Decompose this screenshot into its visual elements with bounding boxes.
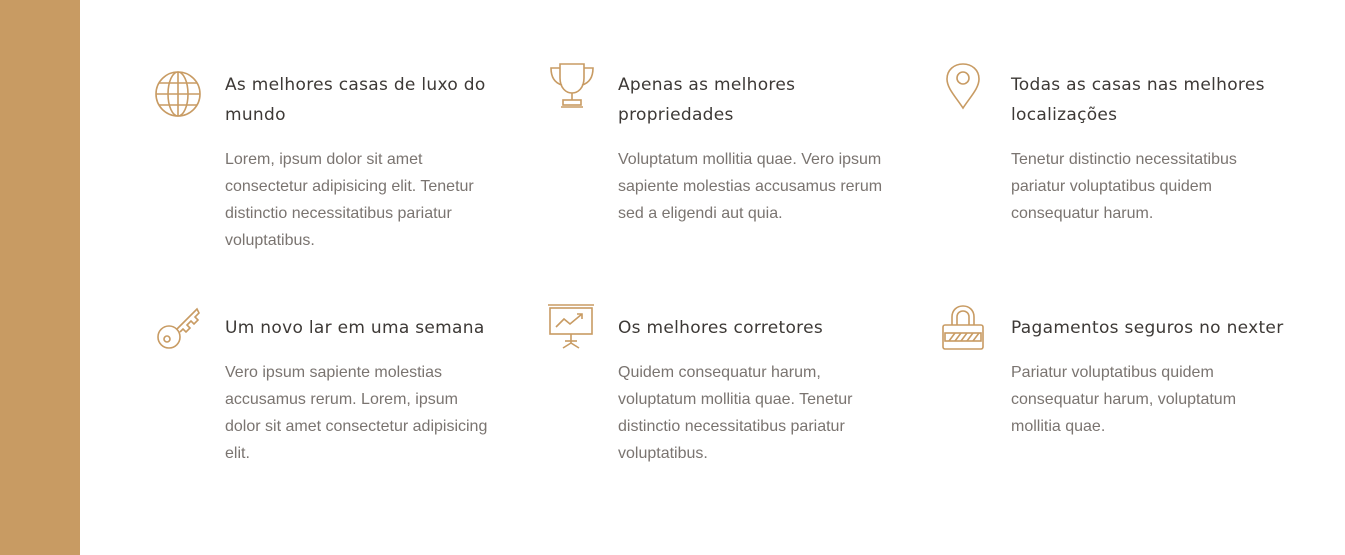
trophy-icon (548, 62, 596, 110)
feature-text: Os melhores corretores Quidem consequatu… (618, 313, 888, 467)
key-icon (155, 303, 203, 351)
feature-text: Um novo lar em uma semana Vero ipsum sap… (225, 313, 495, 467)
feature-description: Lorem, ipsum dolor sit amet consectetur … (225, 151, 474, 249)
feature-description: Vero ipsum sapiente molestias accusamus … (225, 364, 488, 462)
lock-icon (941, 303, 989, 351)
feature-text: As melhores casas de luxo do mundo Lorem… (225, 70, 495, 254)
page: As melhores casas de luxo do mundo Lorem… (0, 0, 1345, 555)
feature-title: Apenas as melhores propriedades (618, 75, 796, 125)
presentation-chart-icon (548, 303, 596, 351)
feature-title: Os melhores corretores (618, 318, 824, 338)
feature-title: Todas as casas nas melhores localizações (1011, 75, 1265, 125)
feature-title: As melhores casas de luxo do mundo (225, 75, 486, 125)
feature-title: Um novo lar em uma semana (225, 318, 485, 338)
features-section: As melhores casas de luxo do mundo Lorem… (0, 0, 1345, 555)
feature-text: Todas as casas nas melhores localizações… (1011, 70, 1311, 227)
feature-text: Apenas as melhores propriedades Voluptat… (618, 70, 888, 227)
map-pin-icon (941, 62, 989, 110)
globe-icon (155, 70, 203, 118)
feature-description: Voluptatum mollitia quae. Vero ipsum sap… (618, 151, 883, 222)
feature-text: Pagamentos seguros no nexter Pariatur vo… (1011, 313, 1311, 440)
feature-title: Pagamentos seguros no nexter (1011, 318, 1284, 338)
feature-description: Quidem consequatur harum, voluptatum mol… (618, 364, 853, 462)
feature-description: Tenetur distinctio necessitatibus pariat… (1011, 151, 1237, 222)
feature-description: Pariatur voluptatibus quidem consequatur… (1011, 364, 1237, 435)
